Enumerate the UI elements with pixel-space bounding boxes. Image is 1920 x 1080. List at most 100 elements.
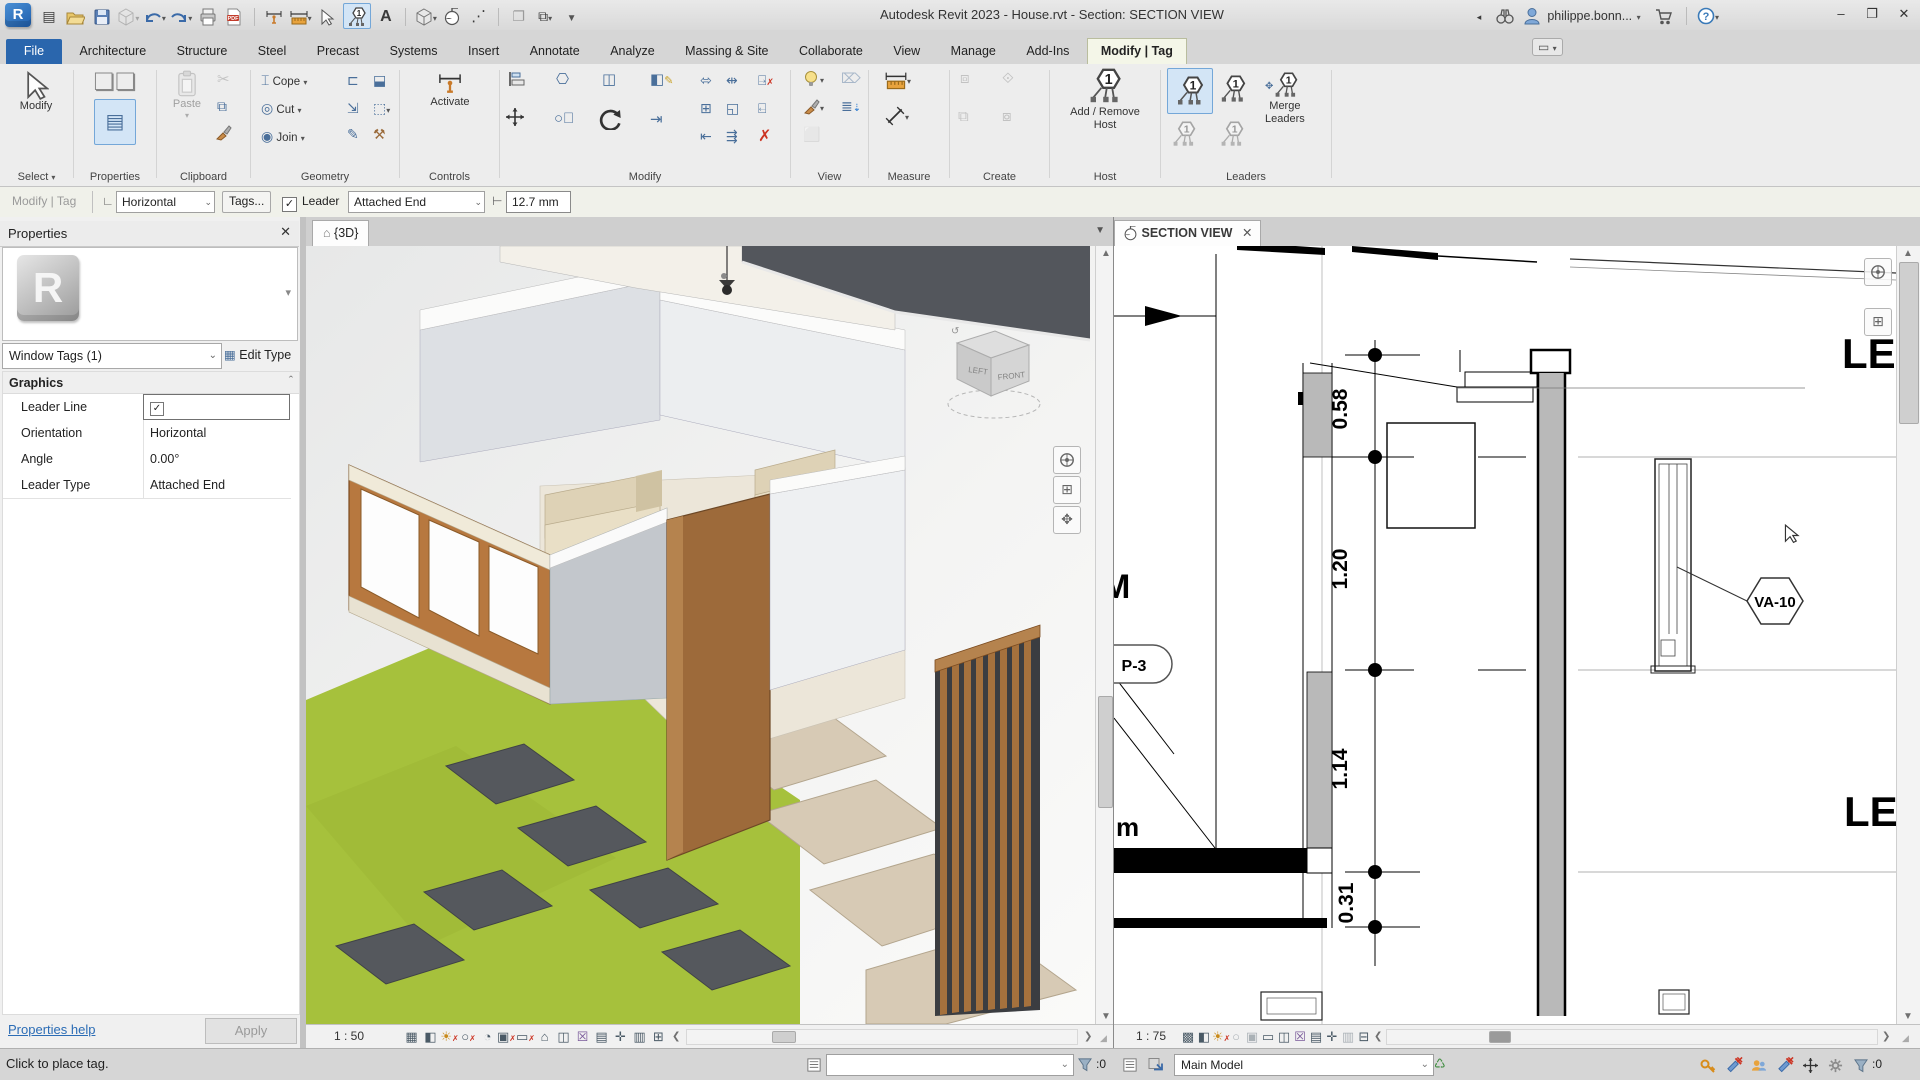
mirror-axis-icon[interactable]: ⬄ xyxy=(700,72,712,90)
thin-lines-icon[interactable]: ⋰ xyxy=(468,5,490,29)
scroll-left-icon-section[interactable]: ❮ xyxy=(1374,1031,1382,1042)
analytical-model-icon[interactable]: ⊟ xyxy=(1356,1029,1372,1045)
reveal-hidden-elements-icon[interactable]: ☒ xyxy=(1292,1029,1308,1045)
cope-button[interactable]: ⌶ Cope ▾ xyxy=(261,72,307,89)
add-leader-button[interactable] xyxy=(1167,68,1213,114)
split-element-icon[interactable]: ◫ xyxy=(602,70,616,89)
tab-systems[interactable]: Systems xyxy=(377,39,451,64)
user-avatar-icon[interactable] xyxy=(1521,3,1543,27)
apply-button[interactable]: Apply xyxy=(205,1018,297,1044)
resize-grip-icon[interactable]: ◢ xyxy=(1100,1033,1107,1044)
scrollbar-vertical-3d[interactable]: ▲ ▼ xyxy=(1095,246,1114,1024)
cut-geometry-button[interactable]: ◎ Cut ▾ xyxy=(261,100,302,117)
visual-style-icon[interactable]: ◧ xyxy=(421,1029,440,1045)
search-icon[interactable] xyxy=(1494,3,1516,27)
shadows-icon[interactable]: ○✗ xyxy=(459,1029,478,1044)
pin-icon[interactable]: ⍇ xyxy=(758,100,766,118)
cut-icon[interactable]: ✂ xyxy=(217,70,230,89)
crop-region-visibility-icon[interactable]: ▭✗ xyxy=(516,1029,535,1045)
paste-button[interactable]: Paste ▾ xyxy=(165,70,209,120)
undo-icon[interactable]: ▾ xyxy=(144,4,166,28)
locked-3d-view-icon[interactable]: ⌂ xyxy=(535,1029,554,1044)
rendering-dialog-icon[interactable]: ◔ xyxy=(478,1029,497,1044)
properties-close-icon[interactable]: ✕ xyxy=(280,224,291,240)
crop-view-icon[interactable]: ▣ xyxy=(1244,1029,1260,1045)
temporary-hide-isolate-icon[interactable]: ◫ xyxy=(1276,1029,1292,1045)
editing-requests-icon[interactable] xyxy=(1726,1056,1748,1073)
tab-list-caret-icon[interactable]: ▼ xyxy=(1095,225,1105,236)
show-constraints-icon[interactable]: ✛ xyxy=(611,1029,630,1045)
unpin-icon[interactable]: ⍈✗ xyxy=(758,72,774,90)
collapse-icon[interactable]: ◂ xyxy=(1468,5,1490,29)
section-icon[interactable] xyxy=(441,4,463,28)
panel-label-select[interactable]: Select ▾ xyxy=(0,171,73,183)
mirror-pick-icon[interactable]: ⇹ xyxy=(726,72,738,90)
graphics-section-header[interactable]: Graphics ˆ xyxy=(2,371,300,395)
properties-button[interactable]: ❏❏ ▤ xyxy=(90,68,140,145)
scale-button-3d[interactable]: 1 : 50 xyxy=(334,1029,364,1043)
tab-section-view[interactable]: SECTION VIEW ✕ xyxy=(1114,220,1261,246)
demolish-icon[interactable]: ⚒ xyxy=(373,126,386,144)
reveal-hidden-elements-icon[interactable]: ☒ xyxy=(573,1029,592,1045)
editable-only-filter-icon[interactable] xyxy=(1078,1056,1092,1072)
type-selector[interactable]: Window Tags (1) ⌄ xyxy=(2,343,222,369)
worksets-status-icon[interactable] xyxy=(1700,1057,1722,1073)
measure-between-icon[interactable]: ▾ xyxy=(885,106,909,126)
scroll-right-icon-section[interactable]: ❯ xyxy=(1882,1031,1890,1042)
align-icon[interactable] xyxy=(508,70,530,92)
export-pdf-icon[interactable] xyxy=(223,4,245,28)
array-icon[interactable]: ⊞ xyxy=(700,100,712,118)
design-options-icon[interactable] xyxy=(1122,1056,1138,1073)
orientation-select[interactable]: Horizontal⌄ xyxy=(116,191,215,213)
design-options-status-icon[interactable] xyxy=(1751,1057,1773,1073)
linework-icon[interactable]: ✎ xyxy=(347,126,359,144)
scrollbar-vertical-section[interactable]: ▲ ▼ xyxy=(1896,246,1920,1024)
scroll-right-icon-3d[interactable]: ❯ xyxy=(1084,1031,1092,1042)
selection-filter-icon[interactable] xyxy=(1854,1057,1872,1073)
override-graphics-icon[interactable]: ▾ xyxy=(803,98,824,116)
remove-leader-icon[interactable] xyxy=(1171,120,1197,148)
scroll-left-icon-3d[interactable]: ❮ xyxy=(672,1031,680,1042)
worksharing-display-icon[interactable]: ▥ xyxy=(1340,1029,1356,1045)
ribbon-display-options-icon[interactable]: ▭ ▾ xyxy=(1532,38,1563,56)
hscroll-thumb-section[interactable] xyxy=(1489,1031,1511,1043)
settings-gear-icon[interactable] xyxy=(1828,1057,1850,1073)
remove-landing-icon[interactable] xyxy=(1219,120,1245,148)
edit-type-button[interactable]: ▦ Edit Type xyxy=(224,343,298,367)
trim-corner-icon[interactable]: ⇤ xyxy=(700,128,712,146)
linework-view-icon[interactable]: ≣⇣ xyxy=(841,98,861,116)
create-similar-icon[interactable]: ⟐ xyxy=(1002,70,1014,88)
measure-length-icon[interactable]: ▾ xyxy=(885,70,911,90)
unjoin-icon[interactable]: ⇲ xyxy=(347,100,359,118)
tab-annotate[interactable]: Annotate xyxy=(517,39,593,64)
ui-toggle-icon[interactable]: ▤ xyxy=(38,4,60,28)
property-row-leader-line[interactable]: Leader Line ✓ xyxy=(3,394,291,421)
hide-elements-icon[interactable]: ▾ xyxy=(803,70,824,88)
create-parts-icon[interactable]: ⧇ xyxy=(1002,108,1012,126)
tab-insert[interactable]: Insert xyxy=(455,39,512,64)
copy-element-icon[interactable]: ○⃝ xyxy=(554,110,574,128)
properties-help-link[interactable]: Properties help xyxy=(8,1022,95,1037)
customize-quick-access-icon[interactable]: ▼ xyxy=(561,4,583,28)
steering-wheel-button[interactable] xyxy=(1053,446,1081,474)
wall-joins-icon[interactable]: ⊏ xyxy=(347,72,359,90)
delete-icon[interactable]: ✗ xyxy=(758,126,771,146)
hscroll-thumb-3d[interactable] xyxy=(772,1031,796,1043)
camera-icon[interactable]: ⌦ xyxy=(841,70,861,88)
show-constraints-icon[interactable]: ✛ xyxy=(1324,1029,1340,1045)
tag-by-category-icon[interactable] xyxy=(343,3,371,29)
measure-icon[interactable]: ▾ xyxy=(290,4,312,28)
temporary-view-properties-icon[interactable]: ▤ xyxy=(1308,1029,1324,1045)
activate-dimensions-button[interactable]: Activate xyxy=(422,70,478,109)
text-icon[interactable]: A xyxy=(375,5,397,29)
open-icon[interactable] xyxy=(64,4,86,28)
pan-button[interactable]: ✥ xyxy=(1053,506,1081,534)
displace-elements-icon[interactable]: ⊞ xyxy=(649,1029,668,1045)
join-button[interactable]: ◉ Join ▾ xyxy=(261,128,305,145)
user-name[interactable]: philippe.bonn... xyxy=(1547,9,1632,23)
properties-header[interactable]: Properties ✕ xyxy=(0,221,299,247)
property-row-angle[interactable]: Angle 0.00° xyxy=(3,446,291,473)
offset-icon[interactable]: ⎔ xyxy=(556,70,569,89)
move-icon[interactable] xyxy=(506,108,530,132)
tab-view[interactable]: View xyxy=(880,39,933,64)
